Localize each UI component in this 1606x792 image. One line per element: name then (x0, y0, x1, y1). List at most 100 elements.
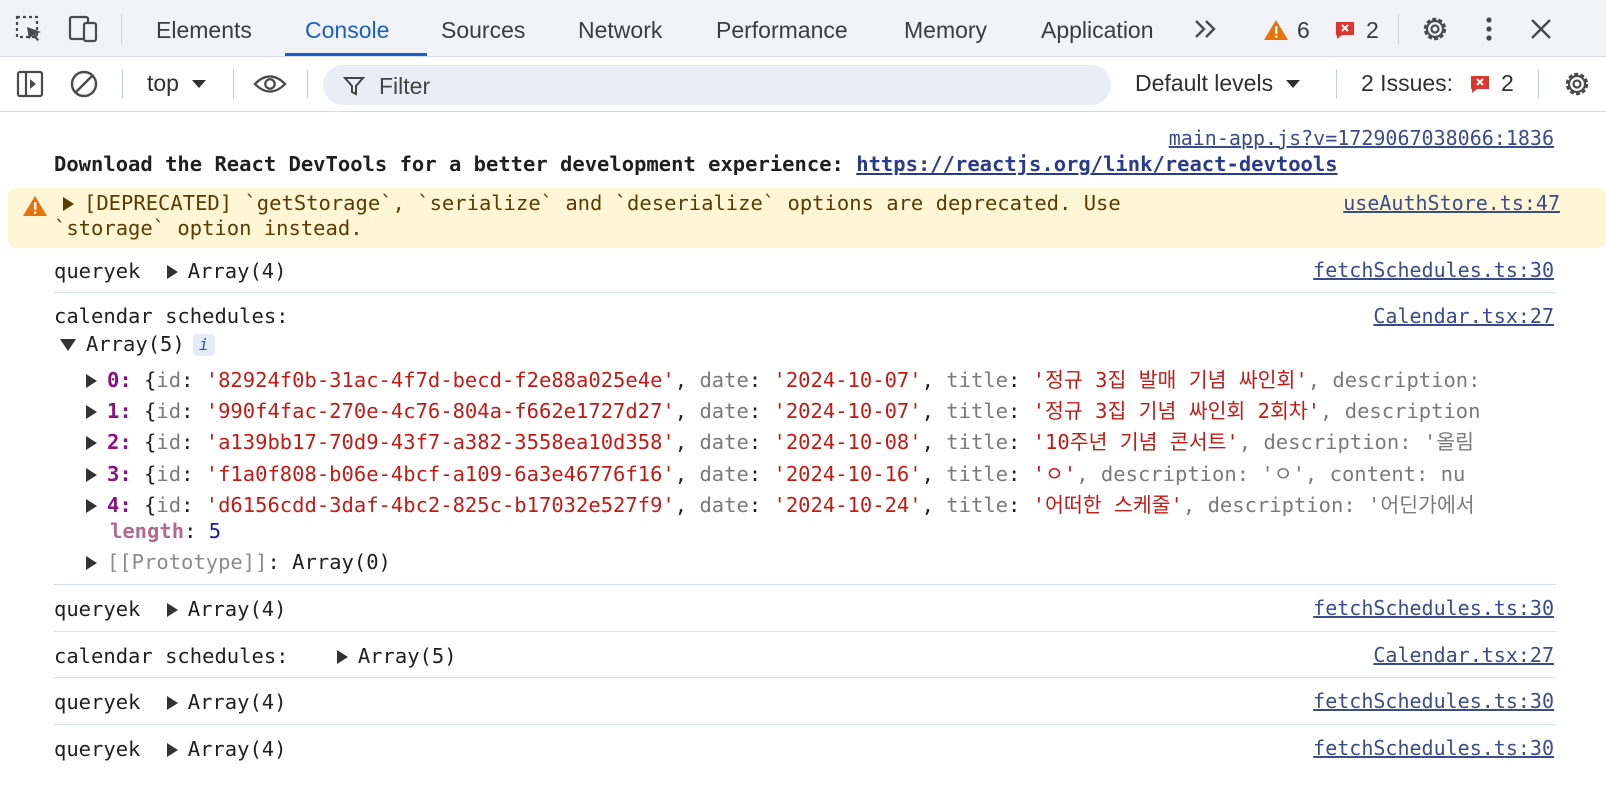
array-toggle[interactable]: Array(5) i (60, 332, 215, 356)
source-link[interactable]: fetchSchedules.ts:30 (1313, 689, 1554, 713)
array-length: length: 5 (110, 519, 222, 543)
array-preview: Array(5) (357, 644, 457, 668)
tab-network[interactable]: Network (578, 0, 662, 57)
settings-icon[interactable] (1560, 67, 1594, 101)
settings-icon[interactable] (1418, 12, 1452, 46)
row-separator (54, 292, 1556, 293)
chevron-down-icon (1286, 79, 1301, 88)
warning-count: 6 (1297, 16, 1310, 43)
warning-icon (23, 196, 47, 216)
item-rest: , description: '어딘가에서 (1182, 493, 1475, 516)
log-text: Download the React DevTools for a better… (54, 152, 857, 176)
item-rest: , description (1320, 399, 1481, 422)
item-id: '990f4fac-270e-4c76-804a-f662e1727d27' (205, 399, 675, 422)
more-tabs-icon[interactable] (1189, 12, 1223, 46)
array-preview: Array(4) (187, 597, 287, 621)
source-link[interactable]: Calendar.tsx:27 (1373, 304, 1554, 328)
tab-application[interactable]: Application (1041, 0, 1154, 57)
expand-arrow-icon (86, 405, 97, 419)
item-id: '82924f0b-31ac-4f7d-becd-f2e88a025e4e' (205, 368, 675, 391)
source-link[interactable]: fetchSchedules.ts:30 (1313, 596, 1554, 620)
expand-arrow-icon (86, 374, 97, 388)
item-date: '2024-10-08' (773, 430, 922, 453)
source-link[interactable]: fetchSchedules.ts:30 (1313, 736, 1554, 760)
log-label: queryek (54, 259, 141, 283)
log-message: queryek Array(4) (54, 597, 287, 621)
array-item[interactable]: 2: {id: 'a139bb17-70d9-43f7-a382-3558ea1… (86, 425, 1526, 453)
array-toggle[interactable]: Array(4) (166, 597, 287, 621)
source-link[interactable]: Calendar.tsx:27 (1373, 643, 1554, 667)
source-link[interactable]: fetchSchedules.ts:30 (1313, 258, 1554, 282)
item-title: '어떠한 스케줄' (1032, 493, 1183, 516)
item-title: '10주년 기념 콘서트' (1032, 430, 1239, 453)
active-tab-indicator (285, 53, 427, 56)
filter-input[interactable]: Filter (323, 65, 1111, 105)
source-link[interactable]: useAuthStore.ts:47 (1343, 191, 1560, 215)
item-index: 1: (107, 399, 132, 422)
toolbar-divider (1538, 69, 1539, 99)
expand-arrow-icon (63, 197, 74, 211)
item-rest: , description: (1307, 368, 1481, 391)
expand-arrow-icon (166, 603, 178, 617)
prototype-toggle[interactable]: [[Prototype]]: Array(0) (86, 550, 391, 574)
issues-button[interactable]: 2 Issues: 2 (1361, 70, 1514, 97)
warning-line-1[interactable]: [DEPRECATED] `getStorage`, `serialize` a… (63, 191, 1121, 215)
sidebar-toggle-icon[interactable] (13, 67, 47, 101)
expand-arrow-icon (86, 436, 97, 450)
toolbar-divider (121, 14, 122, 44)
row-separator (54, 631, 1556, 632)
array-toggle[interactable]: Array(4) (166, 690, 287, 714)
tab-memory[interactable]: Memory (904, 0, 987, 57)
react-devtools-link[interactable]: https://reactjs.org/link/react-devtools (856, 152, 1337, 176)
array-preview: Array(4) (187, 690, 287, 714)
warning-text: [DEPRECATED] `getStorage`, `serialize` a… (84, 191, 1121, 215)
array-preview: Array(5) (86, 332, 185, 356)
eye-icon[interactable] (253, 67, 287, 101)
expand-arrow-icon (86, 556, 97, 570)
device-toolbar-icon[interactable] (66, 12, 100, 46)
tab-performance[interactable]: Performance (716, 0, 848, 57)
array-item[interactable]: 4: {id: 'd6156cdd-3daf-4bc2-825c-b17032e… (86, 488, 1526, 516)
array-toggle[interactable]: Array(5) (336, 644, 457, 668)
array-item[interactable]: 1: {id: '990f4fac-270e-4c76-804a-f662e17… (86, 394, 1526, 422)
expand-arrow-icon (166, 696, 178, 710)
item-title: '정규 3집 발매 기념 싸인회' (1032, 368, 1308, 391)
toolbar-divider (1336, 69, 1337, 99)
log-label: calendar schedules: (54, 304, 289, 328)
tab-elements[interactable]: Elements (156, 0, 252, 57)
context-selector[interactable]: top (147, 70, 207, 97)
array-item[interactable]: 0: {id: '82924f0b-31ac-4f7d-becd-f2e88a0… (86, 363, 1526, 391)
collapse-arrow-icon (60, 339, 76, 351)
tab-console[interactable]: Console (305, 0, 389, 57)
error-counter[interactable]: 2 (1334, 16, 1379, 44)
array-toggle[interactable]: Array(4) (166, 259, 287, 283)
log-levels-dropdown[interactable]: Default levels (1135, 70, 1301, 97)
item-date: '2024-10-07' (773, 368, 922, 391)
log-message: calendar schedules: Array(5) (54, 644, 457, 668)
array-toggle[interactable]: Array(4) (166, 737, 287, 761)
warning-counter[interactable]: 6 (1263, 16, 1310, 44)
item-rest: , description: 'ㅇ', content: nu (1076, 462, 1466, 485)
log-message: queryek Array(4) (54, 690, 287, 714)
item-id: 'a139bb17-70d9-43f7-a382-3558ea10d358' (205, 430, 675, 453)
array-item[interactable]: 3: {id: 'f1a0f808-b06e-4bcf-a109-6a3e467… (86, 457, 1526, 485)
kebab-menu-icon[interactable] (1472, 12, 1506, 46)
clear-console-icon[interactable] (67, 67, 101, 101)
inspect-element-icon[interactable] (12, 12, 46, 46)
item-index: 2: (107, 430, 132, 453)
close-icon[interactable] (1524, 12, 1558, 46)
item-id: 'f1a0f808-b06e-4bcf-a109-6a3e46776f16' (205, 462, 675, 485)
devtools-tab-bar: Elements Console Sources Network Perform… (0, 0, 1606, 57)
issues-count: 2 (1501, 70, 1514, 96)
row-separator (54, 677, 1556, 678)
info-icon[interactable]: i (192, 334, 215, 356)
row-separator (54, 724, 1556, 725)
warning-line-2: `storage` option instead. (54, 216, 363, 240)
source-link[interactable]: main-app.js?v=1729067038066:1836 (1169, 126, 1554, 150)
expand-arrow-icon (166, 743, 178, 757)
warning-message: [DEPRECATED] `getStorage`, `serialize` a… (8, 188, 1606, 248)
tab-sources[interactable]: Sources (441, 0, 525, 57)
log-label: calendar schedules: (54, 644, 289, 668)
prototype-label: [[Prototype]] (107, 550, 268, 574)
filter-icon (343, 77, 365, 96)
